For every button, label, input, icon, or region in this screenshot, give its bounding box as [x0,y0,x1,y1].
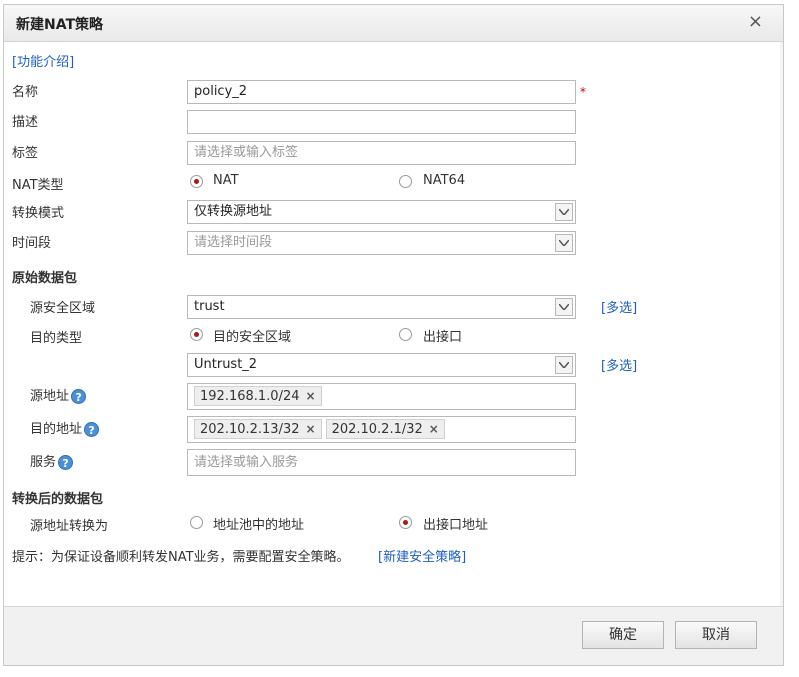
chevron-down-icon[interactable] [555,203,573,221]
intro-link[interactable]: [功能介绍] [12,51,74,70]
address-tag-text: 202.10.2.1/32 [331,422,423,437]
radio-out-interface[interactable] [399,328,412,341]
time-select-placeholder: 请选择时间段 [194,235,273,250]
src-zone-label: 源安全区域 [30,301,96,316]
address-tag: 202.10.2.13/32 × [194,419,322,439]
help-icon[interactable]: ? [84,422,100,437]
new-security-policy-link[interactable]: [新建安全策略] [378,546,466,565]
src-translate-label: 源地址转换为 [30,519,109,534]
radio-nat-label: NAT [213,173,239,188]
radio-out-interface-label: 出接口 [423,330,463,345]
dst-zone-select[interactable]: Untrust_2 [187,353,576,377]
radio-dst-zone[interactable] [190,328,203,341]
ok-button[interactable]: 确定 [582,621,664,649]
tag-label: 标签 [12,146,39,161]
src-zone-value: trust [194,299,225,314]
mode-select-value: 仅转换源地址 [194,204,273,219]
mode-select[interactable]: 仅转换源地址 [187,200,576,224]
name-input[interactable]: policy_2 [187,80,576,104]
src-addr-label-text: 源地址 [30,389,70,404]
dst-addr-input[interactable]: 202.10.2.13/32 × 202.10.2.1/32 × [187,416,576,443]
src-zone-select[interactable]: trust [187,295,576,319]
dst-zone-multi-select-link[interactable]: [多选] [601,355,637,374]
address-tag-text: 202.10.2.13/32 [200,422,300,437]
help-icon[interactable]: ? [58,455,74,470]
radio-address-pool-label: 地址池中的地址 [213,518,305,533]
address-tag-text: 192.168.1.0/24 [200,389,300,404]
service-label: 服务? [30,451,74,470]
src-zone-multi-select-link[interactable]: [多选] [601,297,637,316]
radio-out-interface-address[interactable] [399,516,412,529]
new-nat-policy-dialog: 新建NAT策略 × [功能介绍] 名称 policy_2 * 描述 标签 请选择… [3,4,784,666]
mode-label: 转换模式 [12,206,65,221]
address-tag: 192.168.1.0/24 × [194,386,322,406]
dst-addr-label: 目的地址? [30,418,100,437]
time-select[interactable]: 请选择时间段 [187,231,576,255]
dialog-title: 新建NAT策略 [16,17,104,33]
hint-text: 提示：为保证设备顺利转发NAT业务，需要配置安全策略。 [12,550,350,565]
chevron-down-icon[interactable] [555,298,573,316]
description-label: 描述 [12,115,39,130]
chevron-down-icon[interactable] [555,356,573,374]
service-input[interactable]: 请选择或输入服务 [187,449,576,476]
radio-out-interface-address-label: 出接口地址 [423,518,489,533]
dst-zone-value: Untrust_2 [194,357,258,372]
radio-address-pool[interactable] [190,516,203,529]
address-tag: 202.10.2.1/32 × [325,419,445,439]
nat-type-label: NAT类型 [12,178,64,193]
name-label: 名称 [12,85,39,100]
help-icon[interactable]: ? [71,389,87,404]
remove-tag-icon[interactable]: × [306,422,316,436]
remove-tag-icon[interactable]: × [429,422,439,436]
time-label: 时间段 [12,236,52,251]
remove-tag-icon[interactable]: × [306,389,316,403]
close-icon[interactable]: × [748,11,763,32]
src-addr-label: 源地址? [30,385,87,404]
dialog-footer: 确定 取消 [4,606,783,665]
radio-nat64[interactable] [399,175,412,188]
radio-nat64-label: NAT64 [423,173,466,188]
description-input[interactable] [187,110,576,134]
original-packet-heading: 原始数据包 [12,271,78,286]
radio-dst-zone-label: 目的安全区域 [213,330,292,345]
service-label-text: 服务 [30,455,57,470]
required-mark: * [580,85,586,99]
dst-addr-label-text: 目的地址 [30,422,83,437]
cancel-button[interactable]: 取消 [675,621,757,649]
tag-input[interactable]: 请选择或输入标签 [187,141,576,165]
src-addr-input[interactable]: 192.168.1.0/24 × [187,383,576,410]
dialog-titlebar: 新建NAT策略 × [4,5,783,42]
chevron-down-icon[interactable] [555,234,573,252]
translated-packet-heading: 转换后的数据包 [12,492,104,507]
dst-type-label: 目的类型 [30,331,83,346]
scrollbar[interactable] [780,42,783,607]
radio-nat[interactable] [190,175,203,188]
